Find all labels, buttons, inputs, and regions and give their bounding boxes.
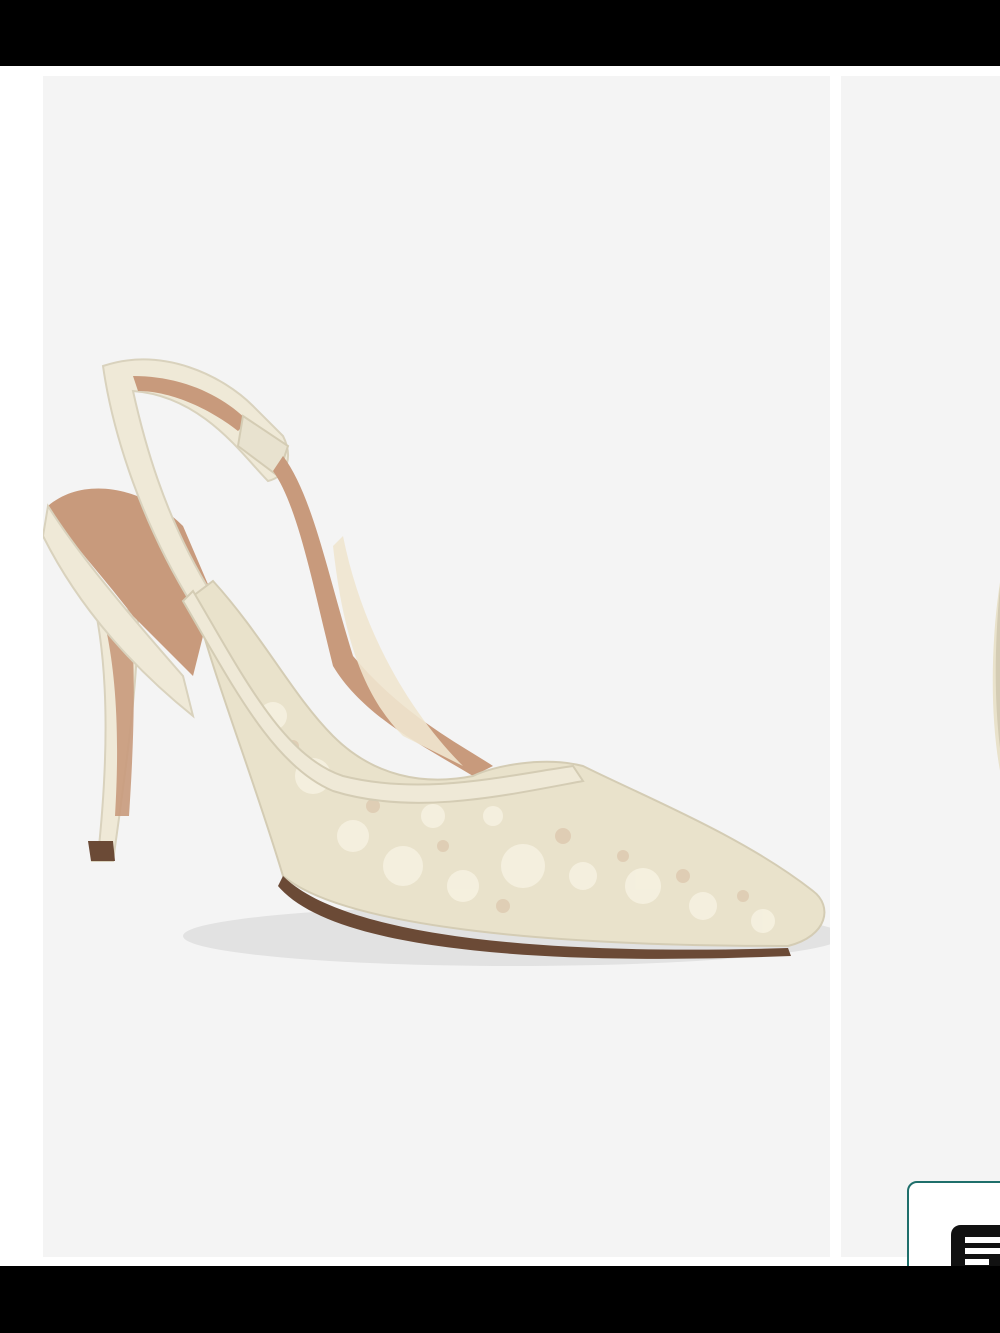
bottom-navigation-bar <box>0 1266 1000 1333</box>
partial-shoe-image <box>992 582 1000 771</box>
lace-slingback-pump-image <box>43 358 830 966</box>
chat-button[interactable] <box>907 1181 1000 1266</box>
chat-bubble-icon <box>951 1225 1000 1266</box>
product-image-main[interactable] <box>43 76 830 1257</box>
top-status-bar <box>0 0 1000 66</box>
product-image-next[interactable] <box>841 76 1000 1257</box>
product-image-gallery[interactable] <box>0 66 1000 1266</box>
